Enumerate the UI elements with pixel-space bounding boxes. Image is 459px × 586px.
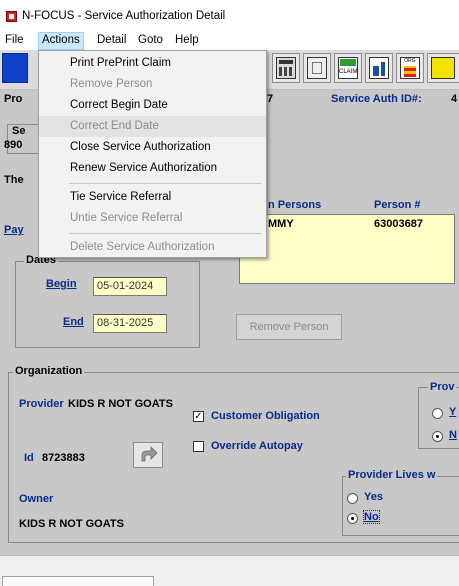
service-auth-value: 4 [451, 93, 458, 105]
prov-yes-label: Y [449, 406, 457, 418]
menu-item-untie-service-referral[interactable]: Untie Service Referral [39, 208, 266, 229]
person-number-cell: 63003687 [374, 218, 423, 230]
persons-list[interactable]: MMY 63003687 [239, 214, 455, 284]
menu-item-tie-service-referral[interactable]: Tie Service Referral [39, 187, 266, 208]
toolbar-claim-button[interactable]: CLAIM [334, 53, 362, 83]
app-icon [6, 11, 17, 22]
customer-obligation-label: Customer Obligation [211, 410, 320, 422]
menu-separator [69, 233, 261, 234]
menu-detail[interactable]: Detail [97, 34, 126, 46]
provider-label: Provider [19, 398, 64, 410]
provider-lives-title: Provider Lives w [346, 469, 438, 481]
customer-obligation-checkbox[interactable]: ✓ [193, 411, 204, 422]
yellow-icon [431, 57, 455, 79]
provider-lives-no-label: No [363, 510, 380, 524]
id-label: Id [24, 452, 34, 464]
actions-menu: Print PrePrint Claim Remove Person Corre… [38, 50, 267, 258]
the-label-partial: The [4, 174, 24, 186]
provider-lives-yes-radio[interactable] [347, 493, 358, 504]
menu-item-correct-end-date[interactable]: Correct End Date [39, 116, 266, 137]
prov-group-title: Prov [428, 381, 457, 393]
title-bar: N-FOCUS - Service Authorization Detail [0, 0, 459, 30]
menu-help[interactable]: Help [175, 34, 199, 46]
id-value: 8723883 [42, 452, 85, 464]
provider-lives-no-radio[interactable] [347, 513, 358, 524]
owner-label: Owner [19, 493, 54, 505]
header-number-partial: 7 [267, 93, 274, 105]
toolbar-document-button[interactable] [303, 53, 331, 83]
owner-value: KIDS R NOT GOATS [19, 518, 124, 530]
prov-yes-radio[interactable] [432, 408, 443, 419]
persons-column-header: n Persons [268, 199, 322, 211]
forward-arrow-icon [141, 446, 158, 462]
provider-lives-yes-label: Yes [364, 491, 383, 503]
menu-item-delete-service-authorization[interactable]: Delete Service Authorization [39, 237, 266, 258]
toolbar-calculator-button[interactable] [272, 53, 300, 83]
service-group-title: Se [12, 125, 26, 137]
begin-date-link[interactable]: Begin [46, 278, 77, 290]
toolbar-person-button[interactable] [365, 53, 393, 83]
dates-group: Dates [15, 254, 200, 348]
menu-item-close-service-authorization[interactable]: Close Service Authorization [39, 137, 266, 158]
override-autopay-checkbox[interactable] [193, 441, 204, 452]
provider-link-button[interactable] [133, 442, 163, 468]
menu-goto[interactable]: Goto [138, 34, 163, 46]
end-date-field[interactable]: 08-31-2025 [93, 314, 167, 333]
menu-actions[interactable]: Actions [38, 32, 84, 50]
service-auth-label: Service Auth ID#: [331, 93, 422, 105]
menu-item-print-preprint-claim[interactable]: Print PrePrint Claim [39, 53, 266, 74]
person-number-column-header: Person # [374, 199, 421, 211]
document-icon [307, 57, 327, 79]
menu-item-correct-begin-date[interactable]: Correct Begin Date [39, 95, 266, 116]
begin-date-field[interactable]: 05-01-2024 [93, 277, 167, 296]
menu-item-remove-person[interactable]: Remove Person [39, 74, 266, 95]
override-autopay-label: Override Autopay [211, 440, 303, 452]
prov-no-label: N [449, 429, 457, 441]
window-title: N-FOCUS - Service Authorization Detail [22, 10, 226, 22]
menu-separator [69, 183, 261, 184]
menu-item-renew-service-authorization[interactable]: Renew Service Authorization [39, 158, 266, 179]
calculator-icon [276, 57, 296, 79]
header-left-partial: Pro [4, 93, 23, 105]
provider-lives-group [342, 476, 459, 536]
organization-group-title: Organization [13, 365, 85, 377]
menu-file[interactable]: File [5, 34, 24, 46]
toolbar-home-button[interactable] [2, 53, 28, 83]
remove-person-button[interactable]: Remove Person [236, 314, 342, 340]
person-icon [369, 57, 389, 79]
status-panel [2, 576, 154, 586]
service-number-partial: 890 [4, 139, 23, 151]
claim-icon: CLAIM [338, 57, 358, 79]
menu-bar: File Actions Detail Goto Help [0, 30, 459, 50]
org-icon: ORG [400, 57, 420, 79]
provider-value: KIDS R NOT GOATS [68, 398, 173, 410]
person-name-cell: MMY [268, 218, 294, 230]
payment-link-partial[interactable]: Pay [4, 224, 24, 236]
toolbar-next-button[interactable] [427, 53, 459, 83]
prov-no-radio[interactable] [432, 431, 443, 442]
table-row[interactable]: MMY 63003687 [240, 215, 454, 231]
toolbar-org-button[interactable]: ORG [396, 53, 424, 83]
end-date-link[interactable]: End [63, 316, 84, 328]
